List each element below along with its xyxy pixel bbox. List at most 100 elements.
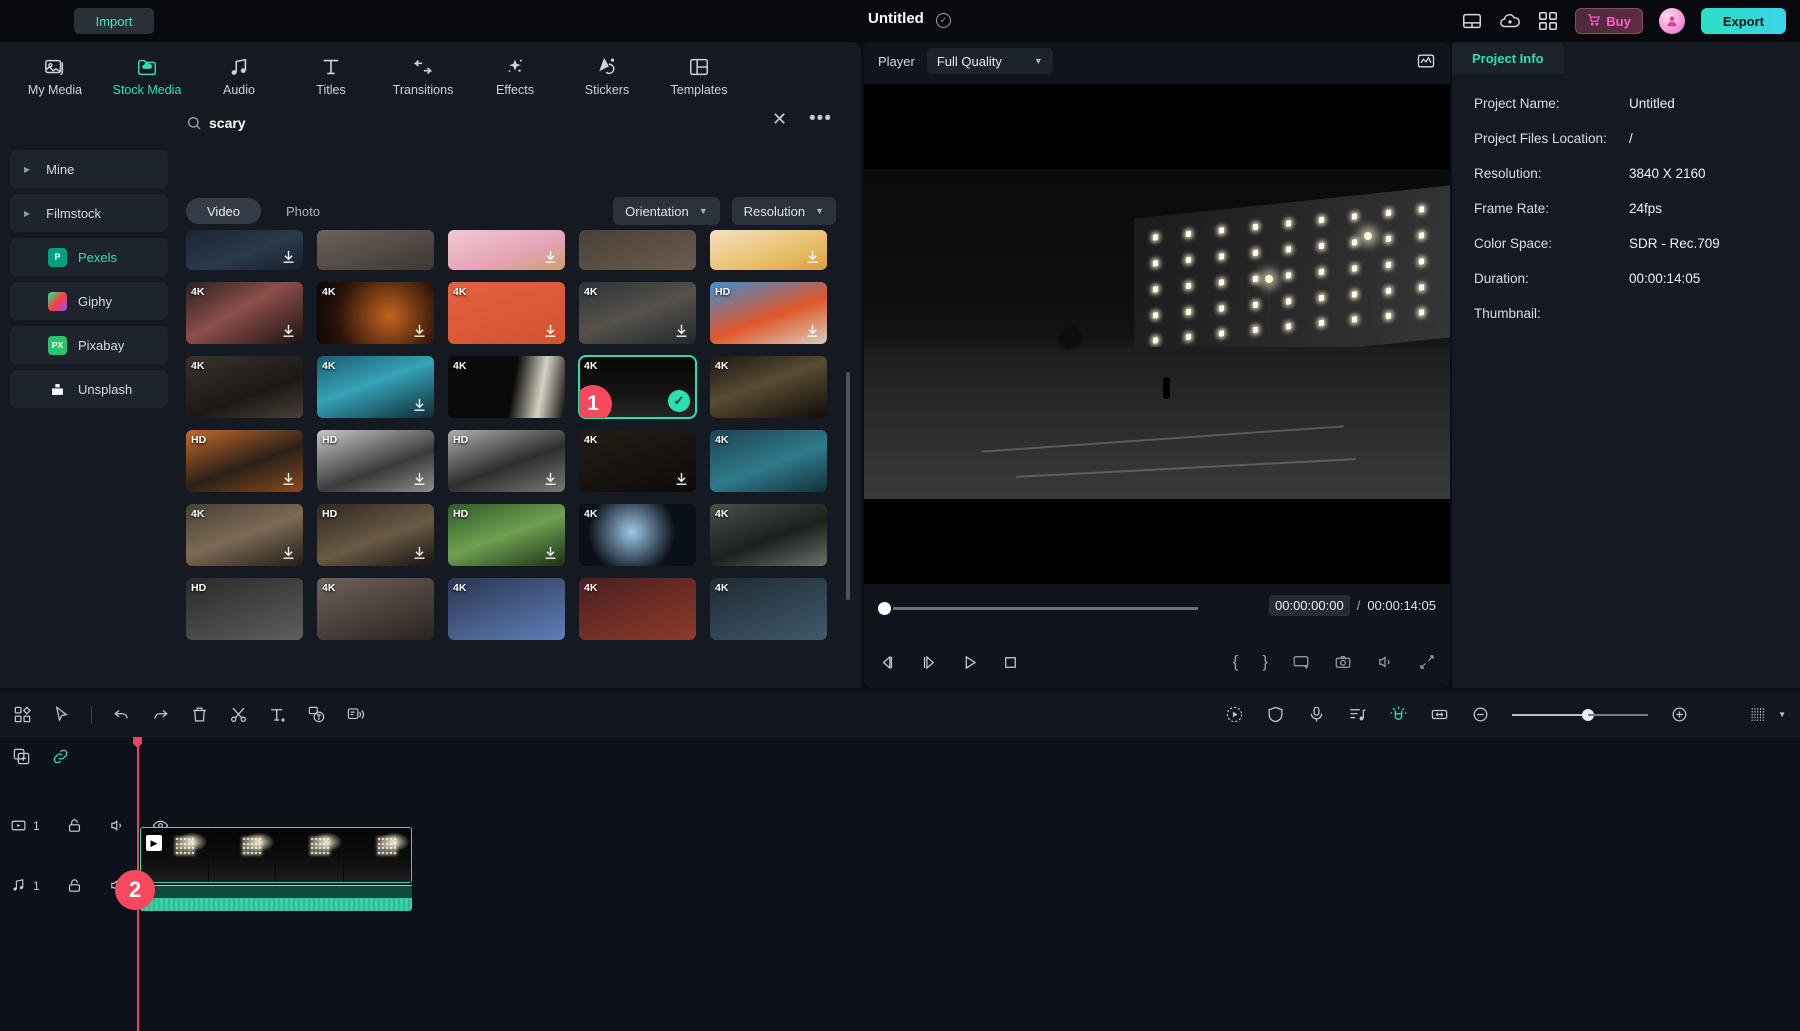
add-text-icon[interactable]: [268, 705, 287, 724]
stock-result[interactable]: 4K: [710, 504, 827, 566]
download-icon[interactable]: [542, 248, 559, 265]
stock-result[interactable]: [448, 230, 565, 270]
download-icon[interactable]: [542, 470, 559, 487]
audio-beats-icon[interactable]: [1348, 705, 1367, 724]
timeline-audio-waveform[interactable]: [140, 885, 412, 911]
stock-result[interactable]: 4K: [317, 282, 434, 344]
buy-button[interactable]: Buy: [1575, 8, 1643, 34]
tab-audio[interactable]: Audio: [196, 50, 282, 97]
stock-result[interactable]: 4K: [448, 282, 565, 344]
download-icon[interactable]: [411, 544, 428, 561]
tab-transitions[interactable]: Transitions: [380, 50, 466, 97]
download-icon[interactable]: [542, 544, 559, 561]
screen-cast-icon[interactable]: [1292, 653, 1310, 671]
sidebar-item-pixabay[interactable]: PX Pixabay: [10, 326, 168, 364]
zoom-in-icon[interactable]: [1670, 705, 1689, 724]
segment-video[interactable]: Video: [186, 198, 261, 224]
stock-result[interactable]: 4K: [579, 578, 696, 640]
tab-my-media[interactable]: My Media: [12, 50, 98, 97]
seek-handle[interactable]: [878, 602, 891, 615]
close-icon[interactable]: ✕: [772, 109, 787, 130]
split-scissors-icon[interactable]: [229, 705, 248, 724]
dropdown-caret-icon[interactable]: ▼: [1778, 710, 1786, 719]
search-input[interactable]: scary: [209, 115, 246, 131]
auto-caption-icon[interactable]: [307, 705, 326, 724]
orientation-dropdown[interactable]: Orientation ▼: [613, 197, 720, 225]
voiceover-mic-icon[interactable]: [1307, 705, 1326, 724]
waveform-scope-icon[interactable]: [1416, 51, 1436, 71]
cloud-upload-icon[interactable]: [1499, 10, 1521, 32]
snapshot-camera-icon[interactable]: [1334, 653, 1352, 671]
stock-result[interactable]: HD: [186, 430, 303, 492]
stock-result[interactable]: HD: [317, 504, 434, 566]
shield-icon[interactable]: [1266, 705, 1285, 724]
stock-result[interactable]: 4K: [710, 356, 827, 418]
stock-result[interactable]: 4K: [317, 356, 434, 418]
stock-result[interactable]: 4K: [579, 430, 696, 492]
stock-result[interactable]: 4K: [186, 282, 303, 344]
download-icon[interactable]: [673, 322, 690, 339]
link-chain-icon[interactable]: [51, 747, 70, 766]
stop-icon[interactable]: [1001, 653, 1020, 672]
results-scrollbar[interactable]: [846, 372, 850, 600]
delete-trash-icon[interactable]: [190, 705, 209, 724]
sidebar-item-giphy[interactable]: Giphy: [10, 282, 168, 320]
stock-result[interactable]: 4K: [317, 578, 434, 640]
sidebar-item-filmstock[interactable]: ▶ Filmstock: [10, 194, 168, 232]
current-timecode[interactable]: 00:00:00:00: [1269, 595, 1350, 616]
download-icon[interactable]: [280, 322, 297, 339]
redo-icon[interactable]: [151, 705, 170, 724]
stock-result[interactable]: [710, 230, 827, 270]
seek-track[interactable]: [893, 607, 1198, 610]
stock-result[interactable]: 4K: [186, 504, 303, 566]
tab-project-info[interactable]: Project Info: [1452, 42, 1564, 74]
download-icon[interactable]: [411, 470, 428, 487]
quality-dropdown[interactable]: Full Quality ▼: [927, 48, 1053, 74]
stock-result[interactable]: 4K: [710, 430, 827, 492]
download-icon[interactable]: [280, 248, 297, 265]
zoom-slider[interactable]: [1512, 709, 1648, 721]
prev-frame-icon[interactable]: [878, 653, 897, 672]
color-match-icon[interactable]: [1225, 705, 1244, 724]
track-manager-icon[interactable]: [1749, 705, 1768, 724]
stock-result[interactable]: 4K: [579, 282, 696, 344]
layout-icon[interactable]: [1461, 10, 1483, 32]
sidebar-item-unsplash[interactable]: Unsplash: [10, 370, 168, 408]
fit-width-icon[interactable]: [1430, 705, 1449, 724]
select-cursor-icon[interactable]: [52, 705, 71, 724]
stock-result[interactable]: HD: [710, 282, 827, 344]
stock-result[interactable]: 4K: [710, 578, 827, 640]
mark-out-icon[interactable]: }: [1262, 652, 1268, 672]
stock-result-selected[interactable]: 4K1✓: [579, 356, 696, 418]
download-icon[interactable]: [280, 544, 297, 561]
timeline-video-clip[interactable]: ▶: [140, 827, 412, 883]
volume-icon[interactable]: [1376, 653, 1394, 671]
segment-photo[interactable]: Photo: [265, 198, 341, 224]
speech-to-text-icon[interactable]: [346, 705, 365, 724]
download-icon[interactable]: [280, 470, 297, 487]
undo-icon[interactable]: [112, 705, 131, 724]
stock-result[interactable]: 4K: [186, 356, 303, 418]
stock-result[interactable]: [317, 230, 434, 270]
export-button[interactable]: Export: [1701, 8, 1786, 34]
layout-grid-icon[interactable]: [13, 705, 32, 724]
tab-effects[interactable]: Effects: [472, 50, 558, 97]
download-icon[interactable]: [673, 470, 690, 487]
zoom-out-icon[interactable]: [1471, 705, 1490, 724]
tab-stock-media[interactable]: Stock Media: [104, 50, 190, 97]
sidebar-item-pexels[interactable]: P Pexels: [10, 238, 168, 276]
next-frame-icon[interactable]: [919, 653, 938, 672]
stock-result[interactable]: 4K: [579, 504, 696, 566]
stock-result[interactable]: [186, 230, 303, 270]
magnet-snap-icon[interactable]: [1389, 705, 1408, 724]
unlock-icon[interactable]: [66, 877, 83, 894]
unlock-icon[interactable]: [66, 817, 83, 834]
stock-result[interactable]: 4K: [448, 356, 565, 418]
download-icon[interactable]: [411, 396, 428, 413]
resolution-dropdown[interactable]: Resolution ▼: [732, 197, 836, 225]
tab-templates[interactable]: Templates: [656, 50, 742, 97]
play-icon[interactable]: [960, 653, 979, 672]
download-icon[interactable]: [804, 248, 821, 265]
search-bar[interactable]: scary ✕ •••: [186, 108, 846, 138]
grid-apps-icon[interactable]: [1537, 10, 1559, 32]
